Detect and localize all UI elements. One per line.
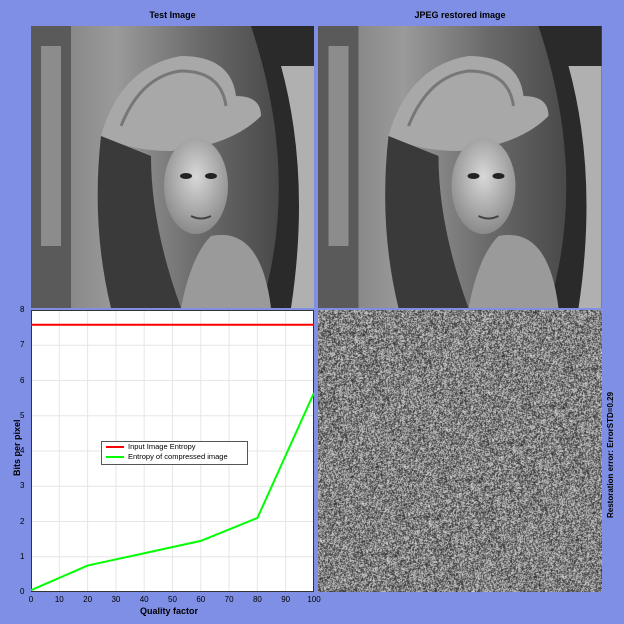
y-tick-label: 8 <box>20 305 25 314</box>
x-tick-label: 40 <box>139 595 149 604</box>
legend-label-input-entropy: Input Image Entropy <box>128 442 196 451</box>
x-tick-label: 70 <box>224 595 234 604</box>
legend-swatch-compressed-entropy <box>106 456 124 458</box>
restoration-error-label: Restoration error: ErrorSTD=0.29 <box>606 391 615 518</box>
test-image <box>31 26 314 308</box>
x-tick-label: 80 <box>252 595 262 604</box>
x-tick-label: 50 <box>168 595 177 604</box>
x-tick-label: 100 <box>307 595 321 604</box>
restored-image <box>318 26 602 308</box>
restoration-error-image <box>318 310 602 592</box>
y-tick-label: 5 <box>20 410 25 420</box>
x-tick-label: 30 <box>111 595 121 604</box>
entropy-chart: Input Image Entropy Entropy of compresse… <box>30 309 315 593</box>
x-tick-label: 20 <box>83 595 93 604</box>
y-tick-label: 0 <box>20 587 25 596</box>
legend-entry-compressed-entropy: Entropy of compressed image <box>102 452 247 462</box>
x-tick-label: 60 <box>196 595 206 604</box>
y-tick-label: 3 <box>20 481 25 491</box>
y-tick-label: 6 <box>20 375 25 385</box>
y-tick-label: 2 <box>20 516 25 526</box>
x-tick-label: 90 <box>281 595 291 604</box>
x-tick-label: 0 <box>28 595 34 604</box>
restored-image-title: JPEG restored image <box>414 10 506 20</box>
y-axis-label: Bits per pixel <box>12 419 22 476</box>
x-axis-label: Quality factor <box>140 606 199 616</box>
chart-legend: Input Image Entropy Entropy of compresse… <box>101 441 248 465</box>
y-tick-label: 1 <box>20 551 25 561</box>
test-image-title: Test Image <box>149 10 196 20</box>
x-tick-label: 10 <box>54 595 64 604</box>
legend-swatch-input-entropy <box>106 446 124 448</box>
y-tick-label: 7 <box>20 340 25 350</box>
legend-entry-input-entropy: Input Image Entropy <box>102 442 247 452</box>
legend-label-compressed-entropy: Entropy of compressed image <box>128 452 228 461</box>
restoration-error-noise <box>318 310 602 592</box>
